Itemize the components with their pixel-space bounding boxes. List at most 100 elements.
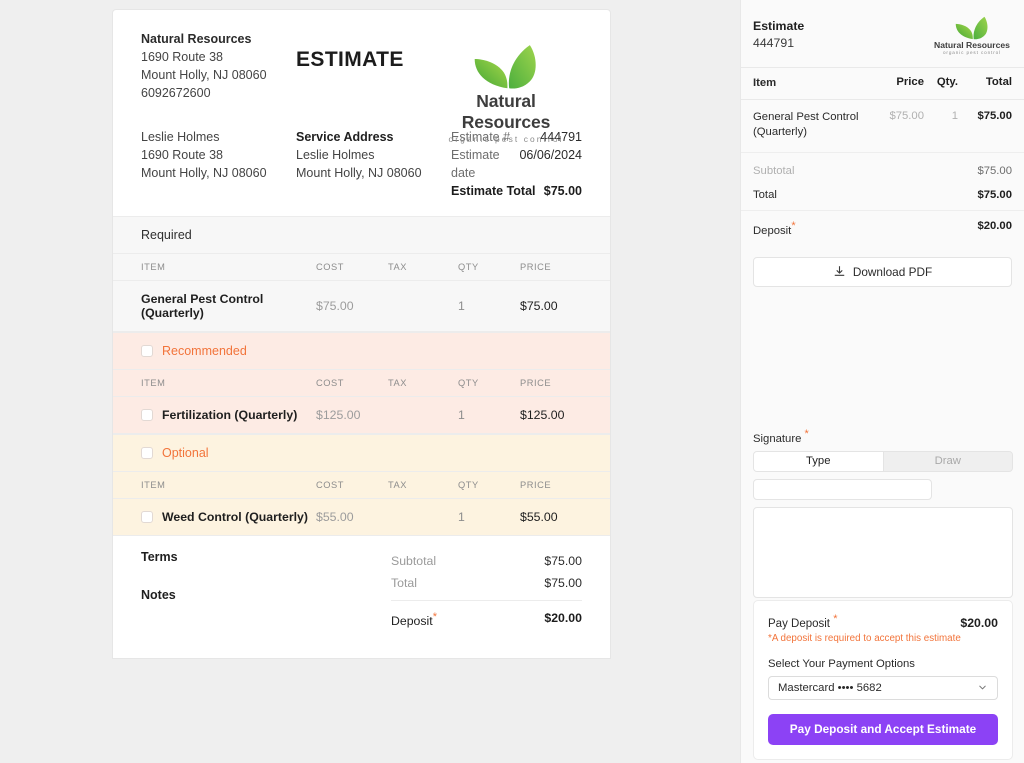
row-price: $125.00 xyxy=(520,408,565,422)
required-asterisk: * xyxy=(791,220,796,232)
panel-col-price: Price xyxy=(896,76,924,88)
row-item-cell: Weed Control (Quarterly) xyxy=(141,510,316,524)
column-headers-required: ITEM COST TAX QTY PRICE xyxy=(113,254,610,281)
row-item: Weed Control (Quarterly) xyxy=(162,510,308,524)
col-cost: COST xyxy=(316,480,345,490)
meta-row-total: Estimate Total $75.00 xyxy=(451,182,582,200)
total-row: Total $75.00 xyxy=(391,572,582,594)
service-address-label: Service Address xyxy=(296,130,394,144)
logo-subtitle: organic pest control xyxy=(448,134,564,144)
page-title: ESTIMATE xyxy=(296,48,404,71)
panel-column-headers: Item Price Qty. Total xyxy=(741,67,1024,100)
row-cost: $75.00 xyxy=(316,299,354,313)
col-cost: COST xyxy=(316,262,345,272)
panel-logo: Natural Resources organic pest control xyxy=(932,14,1012,55)
pay-deposit-label: Pay Deposit xyxy=(768,617,831,630)
app-screen: Natural Resources 1690 Route 38 Mount Ho… xyxy=(0,0,1024,763)
payment-card: Pay Deposit * $20.00 *A deposit is requi… xyxy=(753,600,1013,760)
row-price: $75.00 xyxy=(520,299,558,313)
section-label: Optional xyxy=(162,446,209,460)
logo-title: Natural Resources xyxy=(461,91,551,132)
signature-label: Signature xyxy=(753,432,802,445)
col-qty: QTY xyxy=(458,480,479,490)
deposit-label-wrap: Deposit* xyxy=(391,611,437,628)
pay-deposit-row: Pay Deposit * $20.00 xyxy=(768,613,998,630)
total-value: $75.00 xyxy=(544,576,582,590)
signature-section: Signature * Type Draw xyxy=(741,428,1024,598)
totals-block: Subtotal $75.00 Total $75.00 Deposit* $2… xyxy=(391,550,582,632)
service-address-name: Leslie Holmes xyxy=(296,148,375,162)
company-logo: Natural Resources organic pest control xyxy=(430,40,582,144)
pay-deposit-amount: $20.00 xyxy=(960,615,998,630)
col-item: ITEM xyxy=(141,378,166,388)
signature-label-wrap: Signature * xyxy=(753,428,1013,445)
col-tax: TAX xyxy=(388,262,408,272)
row-qty: 1 xyxy=(458,299,465,313)
panel-logo-subtitle: organic pest control xyxy=(942,50,1002,55)
row-checkbox-weed-control[interactable] xyxy=(141,511,153,523)
panel-header: Estimate 444791 Natural Resources organi… xyxy=(741,0,1024,67)
deposit-value: $20.00 xyxy=(544,611,582,625)
row-item-cell: Fertilization (Quarterly) xyxy=(141,408,316,422)
required-asterisk: * xyxy=(833,613,838,625)
subtotal-row: Subtotal $75.00 xyxy=(391,550,582,572)
pay-deposit-label-wrap: Pay Deposit * xyxy=(768,613,838,630)
signature-preview-pad[interactable] xyxy=(753,506,1013,598)
payment-method-value: Mastercard •••• 5682 xyxy=(778,681,882,694)
row-cost: $55.00 xyxy=(316,510,354,524)
estimate-heading-wrap: ESTIMATE xyxy=(296,30,446,102)
panel-col-total: Total xyxy=(985,76,1012,88)
customer-name: Leslie Holmes xyxy=(141,130,220,144)
customer-street: 1690 Route 38 xyxy=(141,148,224,162)
business-city: Mount Holly, NJ 08060 xyxy=(141,68,267,82)
panel-row-item: General Pest Control (Quarterly) xyxy=(753,111,859,138)
table-row[interactable]: Weed Control (Quarterly) $55.00 1 $55.00 xyxy=(113,499,610,536)
panel-row-qty: 1 xyxy=(951,110,958,122)
panel-col-item: Item xyxy=(753,77,777,89)
total-label: Total xyxy=(391,576,417,590)
chevron-down-icon xyxy=(979,685,986,690)
tab-type[interactable]: Type xyxy=(754,451,884,471)
deposit-row: Deposit* $20.00 xyxy=(391,600,582,632)
required-asterisk: * xyxy=(804,428,809,440)
meta-key: Estimate Total xyxy=(451,184,536,198)
col-price: PRICE xyxy=(520,480,552,490)
payment-method-select[interactable]: Mastercard •••• 5682 xyxy=(768,675,998,700)
row-checkbox-fertilization[interactable] xyxy=(141,409,153,421)
col-price: PRICE xyxy=(520,378,552,388)
download-icon xyxy=(834,266,845,277)
row-item: General Pest Control (Quarterly) xyxy=(141,292,264,320)
panel-col-qty: Qty. xyxy=(936,76,958,88)
row-item: Fertilization (Quarterly) xyxy=(162,408,298,422)
service-address-city: Mount Holly, NJ 08060 xyxy=(296,166,422,180)
pay-deposit-accept-button[interactable]: Pay Deposit and Accept Estimate xyxy=(768,713,998,745)
panel-deposit-label: Deposit xyxy=(753,224,792,237)
row-cost: $125.00 xyxy=(316,408,361,422)
payment-options-label: Select Your Payment Options xyxy=(768,657,915,670)
section-checkbox-recommended[interactable] xyxy=(141,345,153,357)
meta-key: Estimate date xyxy=(451,148,500,180)
section-header-optional[interactable]: Optional xyxy=(113,434,610,472)
meta-value: $75.00 xyxy=(543,184,582,198)
deposit-label: Deposit xyxy=(391,614,433,629)
side-panel: Estimate 444791 Natural Resources organi… xyxy=(740,0,1024,763)
document-header: Natural Resources 1690 Route 38 Mount Ho… xyxy=(113,10,610,144)
subtotal-value: $75.00 xyxy=(544,554,582,568)
customer-city: Mount Holly, NJ 08060 xyxy=(141,166,267,180)
col-qty: QTY xyxy=(458,262,479,272)
table-row[interactable]: Fertilization (Quarterly) $125.00 1 $125… xyxy=(113,397,610,434)
section-checkbox-optional[interactable] xyxy=(141,447,153,459)
download-pdf-button[interactable]: Download PDF xyxy=(753,256,1012,287)
section-header-required: Required xyxy=(113,216,610,254)
col-item: ITEM xyxy=(141,480,166,490)
column-headers-recommended: ITEM COST TAX QTY PRICE xyxy=(113,370,610,397)
deposit-required-note: *A deposit is required to accept this es… xyxy=(768,632,961,644)
meta-row: Estimate date 06/06/2024 xyxy=(451,146,582,182)
panel-total-label: Total xyxy=(753,189,777,201)
signature-input[interactable] xyxy=(753,478,932,500)
col-cost: COST xyxy=(316,378,345,388)
tab-draw[interactable]: Draw xyxy=(883,451,1012,471)
section-header-recommended[interactable]: Recommended xyxy=(113,332,610,370)
signature-mode-toggle[interactable]: Type Draw xyxy=(753,450,1013,472)
